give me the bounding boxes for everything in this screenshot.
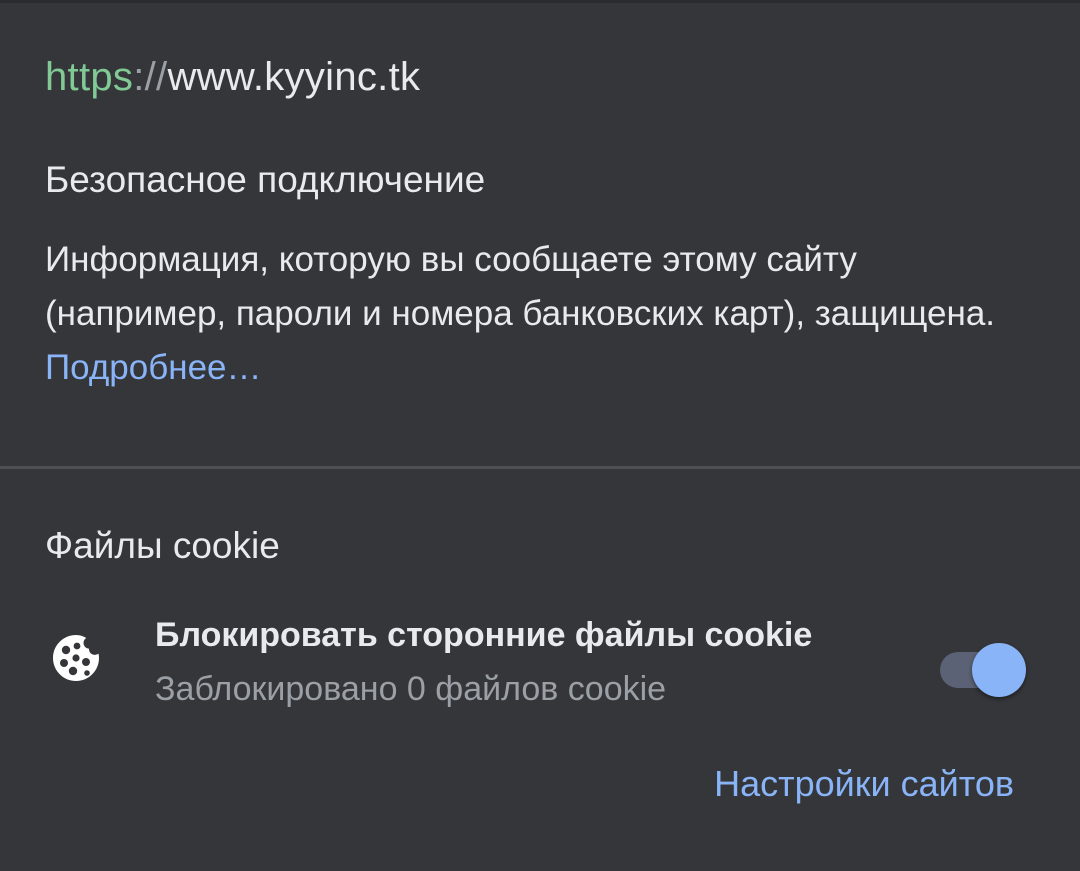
blocked-cookies-count: Заблокировано 0 файлов cookie (155, 670, 667, 708)
cookies-section-title: Файлы cookie (45, 525, 280, 566)
url-host: www.kyyinc.tk (167, 55, 421, 99)
block-third-party-cookies-row[interactable]: Блокировать сторонние файлы cookie Забло… (0, 600, 1080, 720)
section-divider (0, 466, 1080, 469)
url-scheme: https (45, 55, 134, 99)
top-border (0, 0, 1080, 3)
connection-title: Безопасное подключение (45, 159, 486, 200)
toggle-thumb (972, 643, 1026, 697)
connection-description: Информация, которую вы сообщаете этому с… (45, 233, 1045, 395)
page-url: https://www.kyyinc.tk (45, 52, 420, 102)
url-separator: :// (133, 55, 168, 99)
cookie-icon (53, 635, 99, 681)
block-cookies-toggle[interactable] (938, 640, 1028, 700)
block-cookies-label: Блокировать сторонние файлы cookie (155, 616, 813, 654)
site-settings-button[interactable]: Настройки сайтов (714, 760, 1014, 808)
connection-description-text: Информация, которую вы сообщаете этому с… (45, 240, 996, 333)
learn-more-link[interactable]: Подробнее… (45, 348, 262, 387)
